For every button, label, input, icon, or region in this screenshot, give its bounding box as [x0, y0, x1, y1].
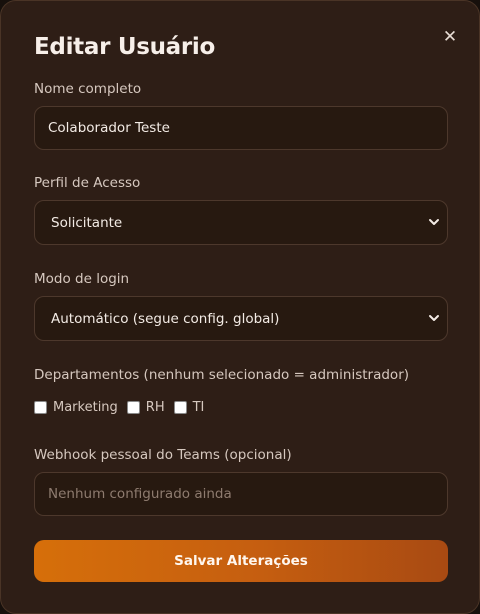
department-checkbox-marketing[interactable]: Marketing [34, 400, 118, 415]
webhook-input[interactable]: Nenhum configurado ainda [34, 472, 448, 516]
department-checkbox-rh[interactable]: RH [126, 399, 165, 415]
departments-checkbox-group: Marketing RH TI [34, 398, 213, 416]
profile-label: Perfil de Acesso [34, 175, 141, 191]
login-mode-label: Modo de login [34, 271, 130, 287]
name-input[interactable]: Colaborador Teste [34, 106, 448, 150]
department-label: TI [192, 399, 205, 415]
chevron-down-icon [429, 219, 439, 225]
department-label: Marketing [53, 399, 118, 415]
login-mode-select-value: Automático (segue config. global) [51, 310, 280, 327]
checkbox-box[interactable] [126, 400, 140, 414]
login-mode-select[interactable]: Automático (segue config. global) [34, 296, 448, 341]
save-button[interactable]: Salvar Alterações [34, 540, 448, 582]
close-icon[interactable]: ✕ [440, 27, 460, 47]
webhook-label: Webhook pessoal do Teams (opcional) [34, 447, 292, 463]
checkbox-box[interactable] [173, 400, 187, 414]
departments-label: Departamentos (nenhum selecionado = admi… [34, 367, 410, 383]
edit-user-modal: Editar Usuário ✕ Nome completo Colaborad… [0, 0, 480, 614]
profile-select-value: Solicitante [51, 214, 123, 231]
checkbox-box[interactable] [34, 400, 47, 414]
department-label: RH [145, 399, 165, 415]
name-label: Nome completo [34, 81, 142, 97]
department-checkbox-ti[interactable]: TI [173, 399, 205, 415]
modal-title: Editar Usuário [34, 34, 216, 60]
profile-select[interactable]: Solicitante [34, 200, 448, 245]
chevron-down-icon [429, 315, 439, 321]
